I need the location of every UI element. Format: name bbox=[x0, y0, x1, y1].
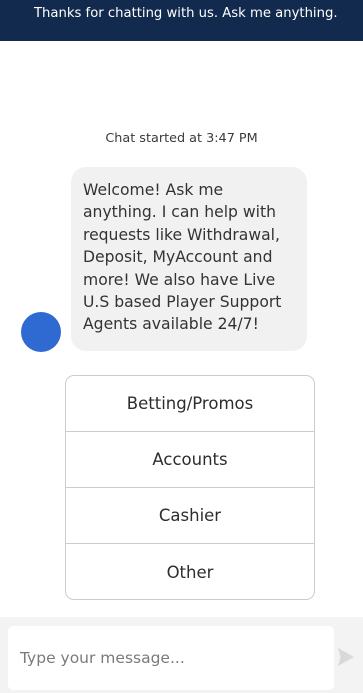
banner-text: Thanks for chatting with us. Ask me anyt… bbox=[34, 6, 338, 21]
chat-header-banner: Thanks for chatting with us. Ask me anyt… bbox=[0, 0, 363, 41]
message-input[interactable] bbox=[8, 626, 334, 690]
bot-avatar bbox=[21, 312, 61, 352]
bot-message-bubble: Welcome! Ask me anything. I can help wit… bbox=[71, 167, 307, 351]
option-cashier[interactable]: Cashier bbox=[66, 488, 314, 544]
bot-message-text: Welcome! Ask me anything. I can help wit… bbox=[83, 181, 282, 334]
option-betting-promos[interactable]: Betting/Promos bbox=[66, 376, 314, 432]
chat-started-timestamp: Chat started at 3:47 PM bbox=[105, 131, 258, 146]
option-accounts[interactable]: Accounts bbox=[66, 432, 314, 488]
send-icon[interactable] bbox=[336, 646, 356, 668]
option-other[interactable]: Other bbox=[66, 544, 314, 599]
quick-reply-options: Betting/Promos Accounts Cashier Other bbox=[65, 375, 315, 600]
